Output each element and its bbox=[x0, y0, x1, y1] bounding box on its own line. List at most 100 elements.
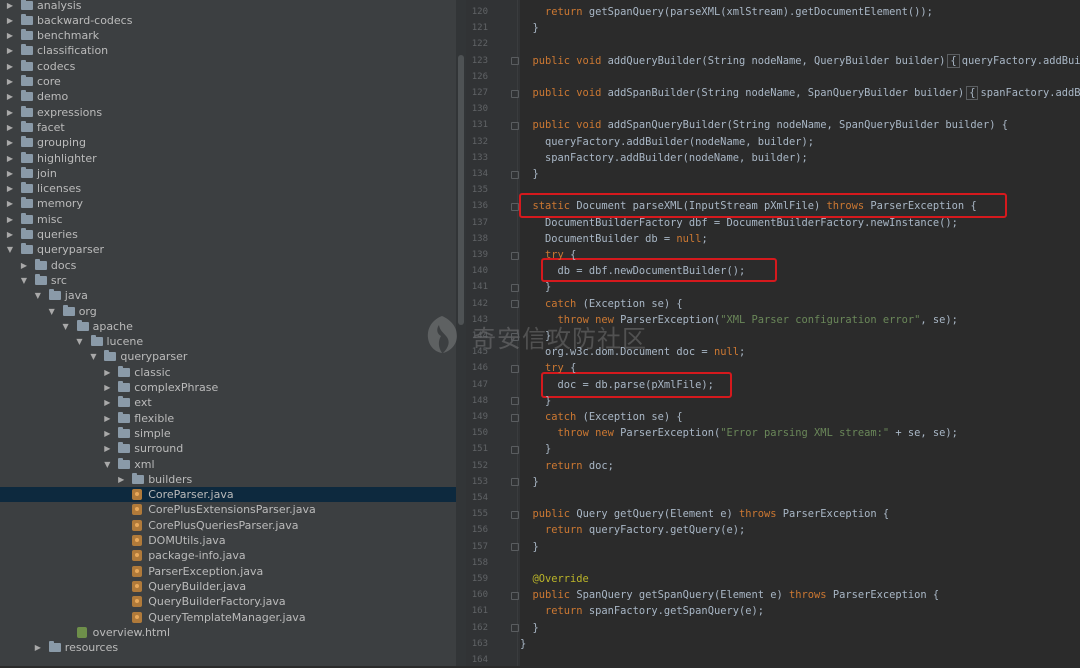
chevron-right-icon[interactable]: ▶ bbox=[5, 74, 15, 89]
code-line[interactable] bbox=[520, 69, 1080, 85]
code-line[interactable]: public Query getQuery(Element e) throws … bbox=[520, 506, 1080, 522]
tree-folder-queryparser[interactable]: ▼ queryparser bbox=[0, 349, 456, 364]
tree-folder-lucene[interactable]: ▼ lucene bbox=[0, 334, 456, 349]
tree-file-domutils-java[interactable]: DOMUtils.java bbox=[0, 533, 456, 548]
tree-folder-queryparser[interactable]: ▼ queryparser bbox=[0, 242, 456, 257]
code-line[interactable]: } bbox=[520, 620, 1080, 636]
chevron-right-icon[interactable]: ▶ bbox=[5, 181, 15, 196]
chevron-right-icon[interactable]: ▶ bbox=[19, 258, 29, 273]
code-line[interactable] bbox=[520, 182, 1080, 198]
code-line[interactable]: } bbox=[520, 474, 1080, 490]
tree-folder-src[interactable]: ▼ src bbox=[0, 273, 456, 288]
fold-marker-icon[interactable] bbox=[511, 364, 519, 373]
tree-file-coreplusextensionsparser-java[interactable]: CorePlusExtensionsParser.java bbox=[0, 502, 456, 517]
code-line[interactable]: throw new ParserException("Error parsing… bbox=[520, 425, 1080, 441]
code-line[interactable]: return queryFactory.getQuery(e); bbox=[520, 522, 1080, 538]
tree-folder-resources[interactable]: ▶ resources bbox=[0, 640, 456, 655]
chevron-right-icon[interactable]: ▶ bbox=[5, 166, 15, 181]
tree-folder-docs[interactable]: ▶ docs bbox=[0, 258, 456, 273]
fold-marker-icon[interactable] bbox=[511, 413, 519, 422]
tree-folder-core[interactable]: ▶ core bbox=[0, 74, 456, 89]
chevron-down-icon[interactable]: ▼ bbox=[102, 457, 112, 472]
code-line[interactable]: } bbox=[520, 166, 1080, 182]
fold-marker-icon[interactable] bbox=[511, 624, 519, 633]
tree-folder-facet[interactable]: ▶ facet bbox=[0, 120, 456, 135]
code-line[interactable]: catch (Exception se) { bbox=[520, 296, 1080, 312]
chevron-right-icon[interactable]: ▶ bbox=[102, 441, 112, 456]
tree-folder-classification[interactable]: ▶ classification bbox=[0, 43, 456, 58]
tree-folder-misc[interactable]: ▶ misc bbox=[0, 212, 456, 227]
code-line[interactable]: } bbox=[520, 636, 1080, 652]
tree-file-coreparser-java[interactable]: CoreParser.java bbox=[0, 487, 456, 503]
code-line[interactable]: org.w3c.dom.Document doc = null; bbox=[520, 344, 1080, 360]
chevron-right-icon[interactable]: ▶ bbox=[5, 105, 15, 120]
code-line[interactable]: return spanFactory.getSpanQuery(e); bbox=[520, 603, 1080, 619]
tree-folder-backward-codecs[interactable]: ▶ backward-codecs bbox=[0, 13, 456, 28]
tree-folder-org[interactable]: ▼ org bbox=[0, 304, 456, 319]
chevron-right-icon[interactable]: ▶ bbox=[5, 43, 15, 58]
tree-file-parserexception-java[interactable]: ParserException.java bbox=[0, 564, 456, 579]
code-line[interactable] bbox=[520, 490, 1080, 506]
tree-folder-benchmark[interactable]: ▶ benchmark bbox=[0, 28, 456, 43]
fold-marker-icon[interactable] bbox=[511, 397, 519, 406]
tree-folder-java[interactable]: ▼ java bbox=[0, 288, 456, 303]
code-line[interactable]: doc = db.parse(pXmlFile); bbox=[520, 377, 1080, 393]
fold-marker-icon[interactable] bbox=[511, 283, 519, 292]
chevron-right-icon[interactable]: ▶ bbox=[5, 151, 15, 166]
code-line[interactable]: } bbox=[520, 328, 1080, 344]
tree-folder-codecs[interactable]: ▶ codecs bbox=[0, 59, 456, 74]
code-line[interactable]: try { bbox=[520, 247, 1080, 263]
code-line[interactable]: spanFactory.addBuilder(nodeName, builder… bbox=[520, 150, 1080, 166]
code-line[interactable]: } bbox=[520, 279, 1080, 295]
code-line[interactable] bbox=[520, 101, 1080, 117]
chevron-right-icon[interactable]: ▶ bbox=[102, 380, 112, 395]
tree-folder-xml[interactable]: ▼ xml bbox=[0, 457, 456, 472]
code-line[interactable]: } bbox=[520, 539, 1080, 555]
code-line[interactable]: public SpanQuery getSpanQuery(Element e)… bbox=[520, 587, 1080, 603]
chevron-right-icon[interactable]: ▶ bbox=[5, 59, 15, 74]
tree-folder-expressions[interactable]: ▶ expressions bbox=[0, 105, 456, 120]
tree-file-querytemplatemanager-java[interactable]: QueryTemplateManager.java bbox=[0, 610, 456, 625]
tree-file-package-info-java[interactable]: package-info.java bbox=[0, 548, 456, 563]
code-line[interactable]: db = dbf.newDocumentBuilder(); bbox=[520, 263, 1080, 279]
fold-marker-icon[interactable] bbox=[511, 543, 519, 552]
fold-marker-icon[interactable] bbox=[511, 202, 519, 211]
tree-folder-queries[interactable]: ▶ queries bbox=[0, 227, 456, 242]
tree-folder-memory[interactable]: ▶ memory bbox=[0, 196, 456, 211]
code-line[interactable]: catch (Exception se) { bbox=[520, 409, 1080, 425]
chevron-right-icon[interactable]: ▶ bbox=[5, 135, 15, 150]
chevron-right-icon[interactable]: ▶ bbox=[5, 212, 15, 227]
tree-folder-licenses[interactable]: ▶ licenses bbox=[0, 181, 456, 196]
chevron-right-icon[interactable]: ▶ bbox=[102, 426, 112, 441]
chevron-right-icon[interactable]: ▶ bbox=[5, 196, 15, 211]
code-line[interactable]: } bbox=[520, 393, 1080, 409]
chevron-down-icon[interactable]: ▼ bbox=[88, 349, 98, 364]
folded-region[interactable]: { bbox=[947, 53, 960, 68]
folded-region[interactable]: { bbox=[966, 86, 979, 100]
scrollbar-thumb[interactable] bbox=[458, 55, 464, 325]
code-line[interactable]: return doc; bbox=[520, 458, 1080, 474]
chevron-down-icon[interactable]: ▼ bbox=[33, 288, 43, 303]
fold-marker-icon[interactable] bbox=[511, 591, 519, 600]
tree-folder-simple[interactable]: ▶ simple bbox=[0, 426, 456, 441]
code-line[interactable] bbox=[520, 36, 1080, 52]
fold-marker-icon[interactable] bbox=[511, 121, 519, 130]
chevron-right-icon[interactable]: ▶ bbox=[102, 365, 112, 380]
code-line[interactable]: public void addSpanBuilder(String nodeNa… bbox=[520, 85, 1080, 101]
fold-marker-icon[interactable] bbox=[511, 57, 519, 66]
tree-folder-classic[interactable]: ▶ classic bbox=[0, 365, 456, 380]
chevron-right-icon[interactable]: ▶ bbox=[102, 395, 112, 410]
tree-folder-builders[interactable]: ▶ builders bbox=[0, 472, 456, 487]
chevron-right-icon[interactable]: ▶ bbox=[5, 120, 15, 135]
chevron-down-icon[interactable]: ▼ bbox=[5, 242, 15, 257]
fold-marker-icon[interactable] bbox=[511, 478, 519, 487]
chevron-right-icon[interactable]: ▶ bbox=[5, 0, 15, 13]
chevron-down-icon[interactable]: ▼ bbox=[47, 304, 57, 319]
tree-folder-demo[interactable]: ▶ demo bbox=[0, 89, 456, 104]
code-line[interactable]: @Override bbox=[520, 571, 1080, 587]
chevron-right-icon[interactable]: ▶ bbox=[5, 227, 15, 242]
tree-folder-analysis[interactable]: ▶ analysis bbox=[0, 0, 456, 13]
code-line[interactable]: try { bbox=[520, 360, 1080, 376]
code-line[interactable] bbox=[520, 555, 1080, 571]
code-line[interactable]: } bbox=[520, 20, 1080, 36]
